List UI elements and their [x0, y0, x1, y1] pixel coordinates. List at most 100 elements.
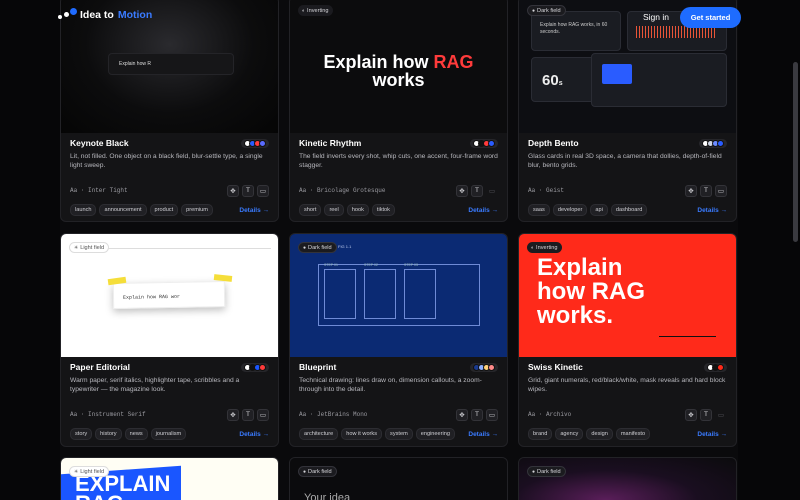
tag[interactable]: architecture	[299, 428, 339, 440]
font-label: Aa · Bricolage Grotesque	[299, 187, 386, 194]
video-icon[interactable]: ▭	[257, 408, 269, 421]
accent-block	[602, 64, 632, 84]
details-link[interactable]: Details →	[697, 431, 727, 438]
blueprint-panel	[324, 269, 356, 319]
font-label: Aa · Archivo	[528, 411, 572, 418]
color-swatches	[470, 362, 498, 372]
badge-label: Light field	[80, 244, 105, 251]
panel-label: STEP 02	[364, 263, 378, 267]
details-link[interactable]: Details →	[697, 207, 727, 214]
moon-icon: ●	[303, 468, 307, 475]
preview-text-accent: RAG	[433, 52, 474, 72]
paper-sheet: Explain how RAG wor	[112, 281, 226, 309]
font-label: Aa · Geist	[528, 187, 565, 194]
card-description: Glass cards in real 3D space, a camera t…	[528, 153, 722, 169]
preview-text: Your idea	[304, 492, 351, 500]
tag[interactable]: system	[385, 428, 413, 440]
motion-icon[interactable]: ✥	[456, 184, 468, 197]
details-link[interactable]: Details →	[239, 431, 269, 438]
card-preview: ◐ Inverting Explain how RAG works.	[519, 234, 736, 357]
tag[interactable]: history	[95, 428, 122, 440]
type-icon[interactable]: T	[471, 184, 483, 197]
tag[interactable]: story	[70, 428, 93, 440]
badge-label: Dark field	[537, 468, 561, 475]
motion-icon[interactable]: ✥	[456, 408, 468, 421]
tag[interactable]: manifesto	[615, 428, 651, 440]
tag[interactable]: launch	[70, 204, 97, 216]
video-icon[interactable]: ▭	[715, 409, 727, 421]
tag[interactable]: announcement	[99, 204, 147, 216]
type-icon[interactable]: T	[471, 408, 483, 421]
right-margin	[738, 0, 800, 500]
card-title: Keynote Black	[70, 138, 129, 148]
motion-icon[interactable]: ✥	[227, 408, 239, 421]
panel-label: STEP 03	[404, 263, 418, 267]
type-icon[interactable]: T	[242, 184, 254, 197]
field-badge: ● Dark field	[527, 466, 566, 477]
template-card-blueprint[interactable]: ● Dark field FIG 1.1 STEP 01 STEP 02 STEP…	[289, 233, 508, 447]
type-icon[interactable]: T	[700, 408, 712, 421]
template-card-partial[interactable]: ● Dark field	[518, 457, 737, 500]
details-link[interactable]: Details →	[468, 207, 498, 214]
tag[interactable]: news	[124, 428, 148, 440]
tag[interactable]: journalism	[150, 428, 187, 440]
badge-label: Inverting	[536, 244, 558, 251]
type-icon[interactable]: T	[242, 408, 254, 421]
card-preview: ● Dark field FIG 1.1 STEP 01 STEP 02 STEP…	[290, 234, 507, 357]
tag[interactable]: hook	[346, 204, 369, 216]
tag[interactable]: brand	[528, 428, 553, 440]
template-card-partial[interactable]: ● Dark field Your idea	[289, 457, 508, 500]
rule-line	[101, 248, 271, 249]
brand-logo[interactable]: Idea to Motion	[58, 8, 152, 22]
type-icon[interactable]: T	[700, 184, 712, 197]
motion-icon[interactable]: ✥	[227, 184, 239, 197]
video-icon[interactable]: ▭	[257, 184, 269, 197]
brand-name-accent: Motion	[117, 9, 153, 21]
motion-icon[interactable]: ✥	[685, 408, 697, 421]
card-info: Kinetic Rhythm The field inverts every s…	[290, 135, 507, 221]
card-preview: ● Dark field Your idea	[290, 458, 507, 500]
details-link[interactable]: Details →	[239, 207, 269, 214]
color-swatches	[470, 138, 498, 148]
tag[interactable]: engineering	[415, 428, 455, 440]
color-swatches	[699, 138, 727, 148]
tag[interactable]: reel	[324, 204, 344, 216]
logo-mark-icon	[58, 8, 77, 22]
rule-line	[659, 336, 716, 337]
tag[interactable]: how it works	[341, 428, 383, 440]
scrollbar[interactable]	[793, 62, 798, 242]
tag[interactable]: agency	[555, 428, 584, 440]
get-started-button[interactable]: Get started	[680, 7, 741, 28]
sign-in-link[interactable]: Sign in	[643, 12, 669, 22]
video-icon[interactable]: ▭	[486, 185, 498, 197]
tag[interactable]: dashboard	[610, 204, 648, 216]
motion-icon[interactable]: ✥	[685, 184, 697, 197]
card-preview: ✳ Light field Explain how RAG wor	[61, 234, 278, 357]
card-info: Blueprint Technical drawing: lines draw …	[290, 359, 507, 446]
tag[interactable]: developer	[552, 204, 588, 216]
details-link[interactable]: Details →	[468, 431, 498, 438]
video-icon[interactable]: ▭	[486, 408, 498, 421]
field-badge: ● Dark field	[298, 466, 337, 477]
tag[interactable]: tiktok	[371, 204, 395, 216]
preview-headline: Explain how RAG works	[323, 53, 473, 89]
tag[interactable]: api	[590, 204, 608, 216]
tag[interactable]: design	[586, 428, 613, 440]
brand-name-primary: Idea to	[80, 9, 114, 21]
badge-label: Light field	[80, 468, 105, 475]
preview-text: Explain how RAG wor	[122, 293, 181, 301]
tag[interactable]: product	[149, 204, 179, 216]
color-swatches	[241, 138, 269, 148]
tag[interactable]: saas	[528, 204, 550, 216]
template-card-swiss-kinetic[interactable]: ◐ Inverting Explain how RAG works. Swiss …	[518, 233, 737, 447]
tag[interactable]: premium	[181, 204, 213, 216]
card-title: Depth Bento	[528, 138, 579, 148]
template-card-paper-editorial[interactable]: ✳ Light field Explain how RAG wor Paper E…	[60, 233, 279, 447]
card-description: The field inverts every shot, whip cuts,…	[299, 153, 498, 169]
moon-icon: ●	[303, 244, 307, 251]
video-icon[interactable]: ▭	[715, 184, 727, 197]
blueprint-panel	[404, 269, 436, 319]
tag[interactable]: short	[299, 204, 322, 216]
swatch	[259, 363, 266, 371]
template-card-partial[interactable]: ✳Light field EXPLAIN RAG	[60, 457, 279, 500]
